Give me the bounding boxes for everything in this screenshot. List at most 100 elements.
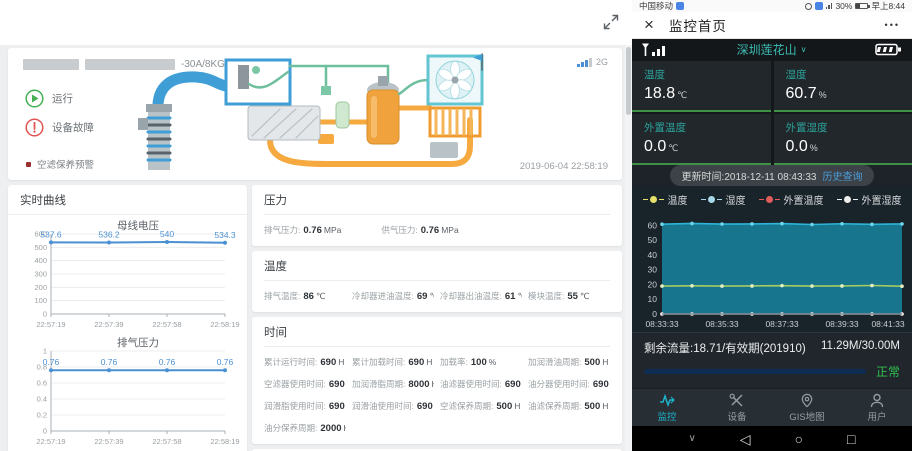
metric-unit: ℃: [580, 291, 590, 301]
svg-text:22:57:39: 22:57:39: [94, 320, 123, 329]
svg-text:0.6: 0.6: [36, 379, 46, 388]
reading-value: 0.0: [644, 138, 666, 155]
metric-field: 排气压力:0.76MPa: [264, 224, 375, 236]
legend-item[interactable]: 外置温度: [759, 192, 824, 207]
svg-text:0.76: 0.76: [216, 357, 233, 367]
svg-text:536.2: 536.2: [98, 230, 120, 240]
svg-text:0: 0: [652, 309, 657, 319]
metric-label: 加润滑脂周期:: [352, 379, 405, 389]
metric-field: 累计运行时间:690H: [264, 356, 346, 368]
network-type-label: 2G: [596, 57, 608, 67]
env-chart-section: 温度湿度外置温度外置湿度 010203040506008:33:3308:35:…: [632, 186, 912, 332]
reading-unit: %: [819, 90, 827, 100]
reading-unit: %: [810, 143, 818, 153]
metric-value: 61: [505, 291, 516, 302]
metric-value: 690: [505, 379, 521, 390]
flow-status-badge: 正常: [876, 363, 900, 380]
svg-text:537.6: 537.6: [40, 229, 62, 239]
reading-card: 外置湿度 0.0%: [774, 114, 912, 165]
antenna-signal-icon: [642, 42, 668, 57]
svg-text:22:57:58: 22:57:58: [152, 437, 181, 446]
scrollbar-thumb[interactable]: [626, 47, 631, 115]
alert-circle-icon: [25, 118, 44, 137]
legend-item[interactable]: 湿度: [701, 192, 746, 207]
legend-item[interactable]: 外置湿度: [837, 192, 902, 207]
metric-unit: H: [426, 357, 432, 367]
svg-text:22:57:58: 22:57:58: [152, 320, 181, 329]
reading-unit: ℃: [677, 90, 687, 100]
svg-text:400: 400: [34, 256, 47, 265]
metric-value: 500: [584, 401, 600, 412]
metric-field: 油分器使用时间:690H: [528, 378, 610, 390]
status-running: 运行: [25, 89, 73, 108]
statusbar-time: 早上8:44: [871, 0, 905, 12]
network-signal-indicator: 2G: [577, 57, 608, 67]
metric-label: 油分器使用时间:: [528, 379, 590, 389]
legend-dot-icon: [708, 196, 715, 203]
site-selector[interactable]: 深圳莲花山 ∨: [737, 41, 807, 58]
svg-text:40: 40: [648, 250, 658, 260]
svg-text:母线电压: 母线电压: [117, 220, 159, 232]
phone-app-header: × 监控首页 •••: [632, 12, 912, 39]
nav-item-user[interactable]: 用户: [842, 393, 912, 423]
hide-nav-chevron-icon[interactable]: ∨: [688, 434, 695, 444]
bottom-nav: 监控 设备 GIS地图 用户: [632, 388, 912, 426]
notification-icon: [815, 2, 823, 10]
metric-value: 2000: [320, 423, 341, 434]
metric-label: 冷却器出油温度:: [440, 291, 502, 301]
device-overview-card: -30A/8KG 运行 设备故障 空滤保养预警: [8, 48, 622, 180]
device-battery-icon: [875, 43, 902, 56]
legend-item[interactable]: 温度: [643, 192, 688, 207]
metric-label: 油滤保养周期:: [528, 401, 581, 411]
metric-label: 排气温度:: [264, 291, 300, 301]
more-menu-icon[interactable]: •••: [885, 20, 900, 30]
fullscreen-toggle-icon[interactable]: [602, 13, 620, 31]
metric-field: 空滤器使用时间:690H: [264, 378, 346, 390]
svg-text:534.3: 534.3: [214, 230, 236, 240]
metric-field: 模块温度:55℃: [528, 290, 610, 302]
signal-bars-icon: [577, 58, 592, 67]
reading-card: 湿度 60.7%: [774, 61, 912, 112]
metric-unit: ℃: [316, 291, 326, 301]
chart-legend: 温度湿度 外置温度 外置湿度: [632, 186, 912, 210]
android-recents-icon[interactable]: □: [847, 432, 855, 446]
android-back-icon[interactable]: ◁: [740, 432, 751, 446]
nav-item-devices[interactable]: 设备: [702, 393, 772, 423]
chevron-down-icon: ∨: [801, 45, 807, 54]
scrollbar[interactable]: [625, 45, 632, 451]
env-area-chart[interactable]: 010203040506008:33:3308:35:3308:37:3308:…: [636, 210, 908, 330]
monitor-pulse-icon: [659, 393, 675, 408]
nav-item-gis-map[interactable]: GIS地图: [772, 393, 842, 423]
history-query-link[interactable]: 历史查询: [822, 168, 862, 183]
phone-app: 中国移动 30% 早上8:44 × 监控首页 •••: [632, 0, 912, 451]
metric-field: 油滤保养周期:500H: [528, 400, 610, 412]
metric-value: 500: [496, 401, 512, 412]
nav-item-monitor[interactable]: 监控: [632, 393, 702, 423]
cell-signal-icon: [826, 3, 833, 9]
metric-field: 油分保养周期:2000H: [264, 422, 346, 434]
svg-text:30: 30: [648, 265, 658, 275]
phone-statusbar: 中国移动 30% 早上8:44: [632, 0, 912, 12]
metric-value: 690: [593, 379, 609, 390]
legend-dot-icon: [766, 196, 773, 203]
metric-field: 累计加载时间:690H: [352, 356, 434, 368]
panel-pressure-grid: 排气压力:0.76MPa 供气压力:0.76MPa: [264, 215, 610, 246]
metric-unit: H: [338, 357, 344, 367]
warning-dot-icon: [26, 162, 31, 167]
metric-label: 油分保养周期:: [264, 423, 317, 433]
status-fault: 设备故障: [25, 118, 94, 137]
flow-progress-track: [644, 369, 866, 374]
realtime-curves-title: 实时曲线: [8, 185, 247, 215]
close-icon[interactable]: ×: [644, 16, 654, 33]
exhaust-pressure-chart[interactable]: 排气压力00.20.40.60.8122:57:1922:57:3922:57:…: [15, 337, 241, 449]
metric-label: 累计运行时间:: [264, 357, 317, 367]
android-home-icon[interactable]: ○: [795, 432, 803, 446]
metric-label: 排气压力:: [264, 225, 300, 235]
legend-label: 温度: [668, 192, 688, 207]
metric-field: 供气压力:0.76MPa: [381, 224, 492, 236]
update-pill: 更新时间:2018-12-11 08:43:33 历史查询: [670, 165, 875, 186]
legend-label: 外置温度: [784, 192, 824, 207]
bus-voltage-chart[interactable]: 母线电压010020030040050060022:57:1922:57:392…: [15, 220, 241, 332]
legend-label: 外置湿度: [862, 192, 902, 207]
metric-value: 100: [471, 357, 487, 368]
